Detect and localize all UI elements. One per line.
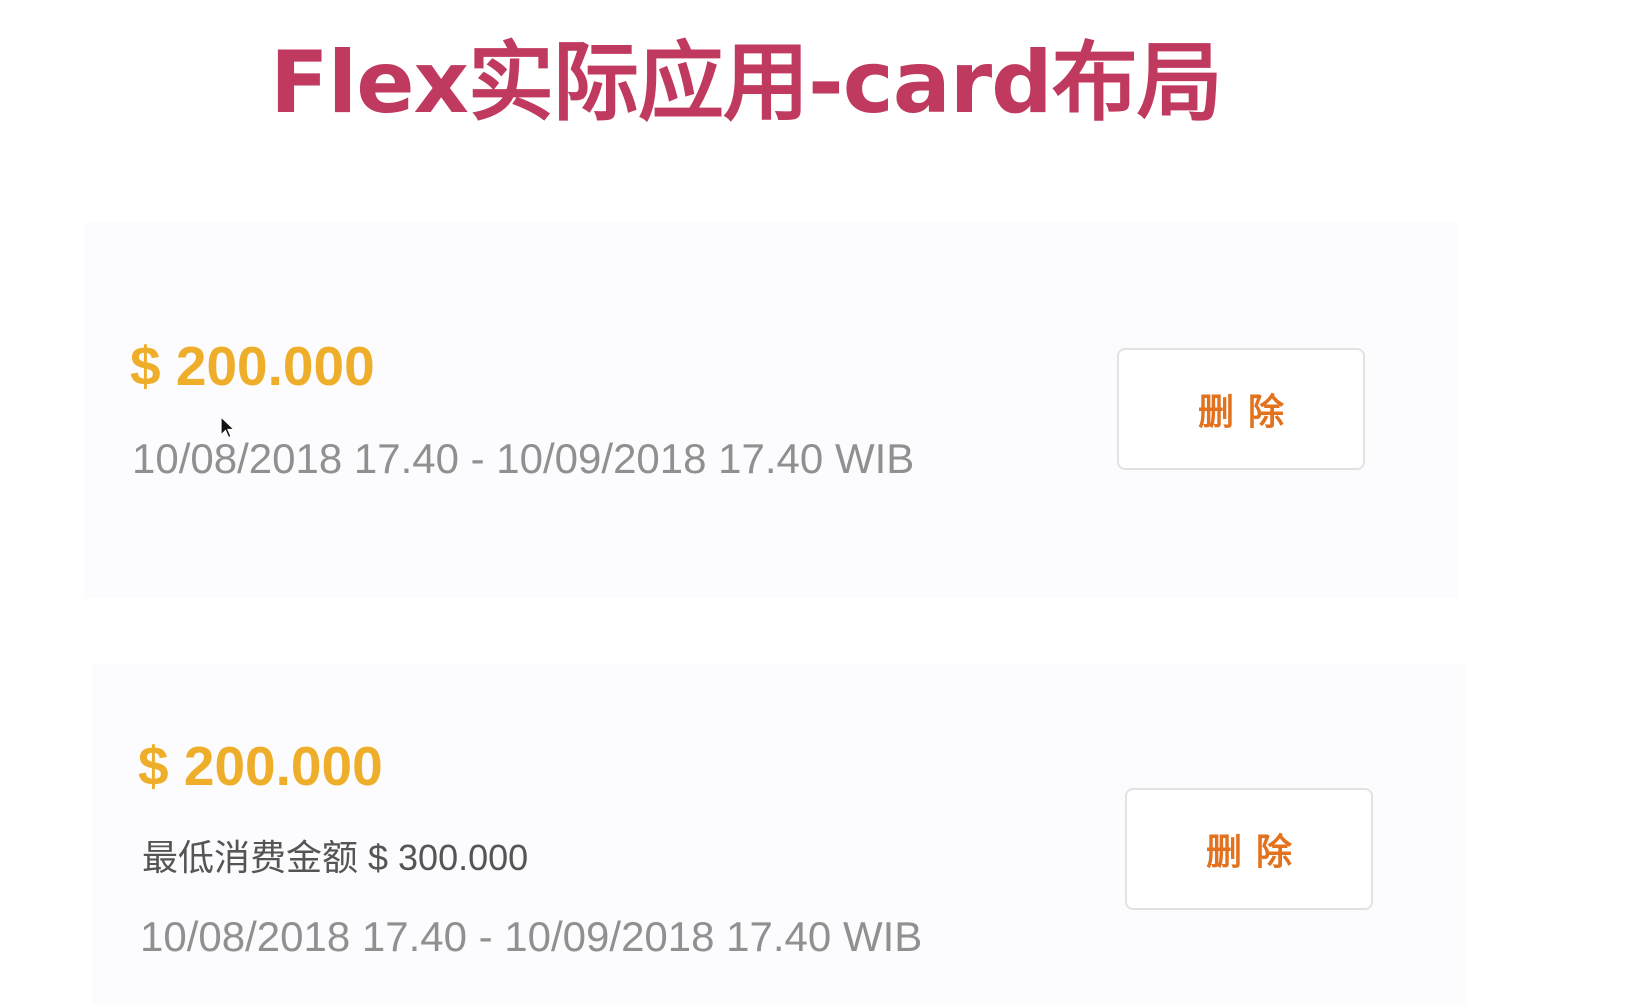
page-title: Flex实际应用-card布局 [270, 33, 1223, 133]
mouse-pointer-icon [220, 416, 236, 439]
card-date-range: 10/08/2018 17.40 - 10/09/2018 17.40 WIB [132, 435, 915, 482]
page: Flex实际应用-card布局 $ 200.000 10/08/2018 17.… [0, 0, 1642, 1004]
card-date-range: 10/08/2018 17.40 - 10/09/2018 17.40 WIB [140, 913, 923, 960]
card-price: $ 200.000 [130, 335, 375, 397]
card-price: $ 200.000 [138, 735, 383, 797]
coupon-card: $ 200.000 10/08/2018 17.40 - 10/09/2018 … [84, 222, 1458, 598]
delete-button[interactable]: 删除 [1117, 348, 1365, 470]
delete-button[interactable]: 删除 [1125, 788, 1373, 910]
card-minimum-spend: 最低消费金额 $ 300.000 [142, 837, 529, 878]
coupon-card: $ 200.000 最低消费金额 $ 300.000 10/08/2018 17… [92, 664, 1466, 1004]
